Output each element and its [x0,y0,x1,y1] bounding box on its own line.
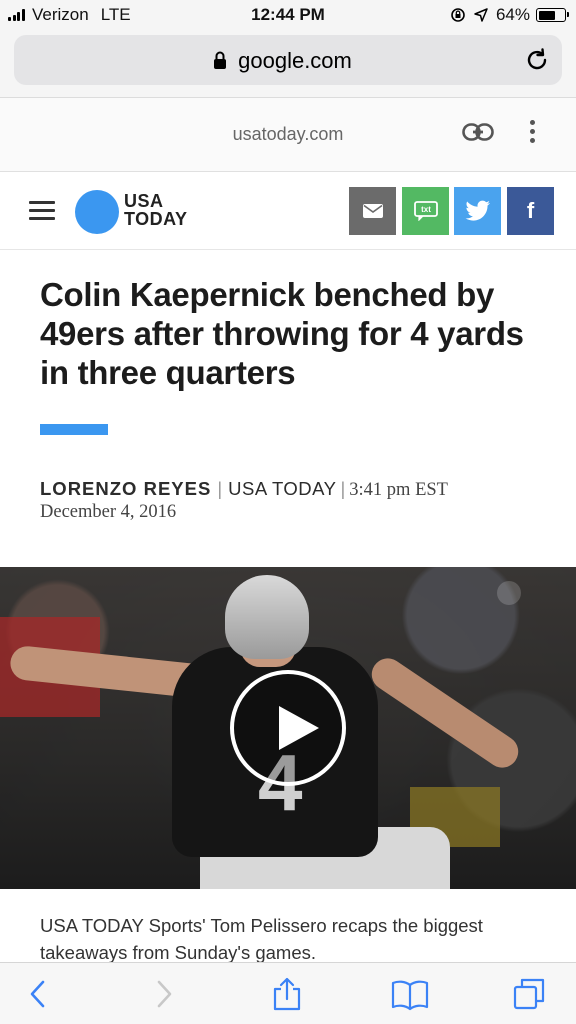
play-button[interactable] [230,670,346,786]
reload-icon[interactable] [524,47,550,73]
site-header: USA TODAY txt f [0,172,576,250]
battery-percent: 64% [495,5,530,24]
more-options-icon[interactable] [528,120,536,146]
mail-icon [362,204,383,218]
author-name[interactable]: LORENZO REYES [40,478,211,499]
publish-date: December 4, 2016 [40,502,177,522]
battery-icon [536,8,569,22]
tabs-icon[interactable] [512,977,546,1011]
url-text: google.com [14,48,562,74]
logo-line-2: TODAY [124,209,188,229]
usa-today-logo[interactable]: USA TODAY [124,192,188,228]
menu-icon[interactable] [29,201,55,221]
byline-separator: | [217,478,223,499]
sms-icon-label: txt [421,205,431,214]
article-headline: Colin Kaepernick benched by 49ers after … [40,276,524,391]
usa-today-logo-dot[interactable] [75,190,119,234]
publication-name: USA TODAY [228,478,337,499]
forward-icon[interactable] [146,977,180,1011]
sms-icon: txt [413,201,438,221]
share-twitter-button[interactable] [454,187,501,235]
bookmarks-icon[interactable] [390,977,430,1011]
video-player[interactable]: 4 [0,567,576,889]
back-icon[interactable] [22,977,56,1011]
share-email-button[interactable] [349,187,396,235]
browser-toolbar [0,962,576,1024]
link-icon[interactable] [462,123,494,141]
player-helmet [225,575,309,659]
video-caption: USA TODAY Sports' Tom Pelissero recaps t… [40,915,483,963]
headline-accent-bar [40,424,108,435]
publish-time: 3:41 pm EST [349,480,448,500]
address-bar[interactable]: google.com [14,35,562,85]
byline-separator: | [340,478,346,499]
status-bar: Verizon LTE 12:44 PM 64% [0,0,576,30]
byline: LORENZO REYES | USA TODAY | 3:41 pm EST [40,476,560,503]
battery-fill [538,10,555,20]
video-watermark-icon [497,581,521,605]
url-label: google.com [238,48,352,73]
logo-line-1: USA [124,191,164,211]
amp-header: usatoday.com [0,98,576,172]
facebook-icon: f [526,198,535,223]
share-facebook-button[interactable]: f [507,187,554,235]
status-right: 64% [450,5,569,25]
share-sms-button[interactable]: txt [402,187,449,235]
location-icon [474,8,488,22]
twitter-icon [465,200,490,221]
play-icon [279,706,319,750]
browser-address-area: google.com [0,30,576,98]
share-icon[interactable] [270,977,304,1011]
rotation-lock-icon [451,8,465,22]
